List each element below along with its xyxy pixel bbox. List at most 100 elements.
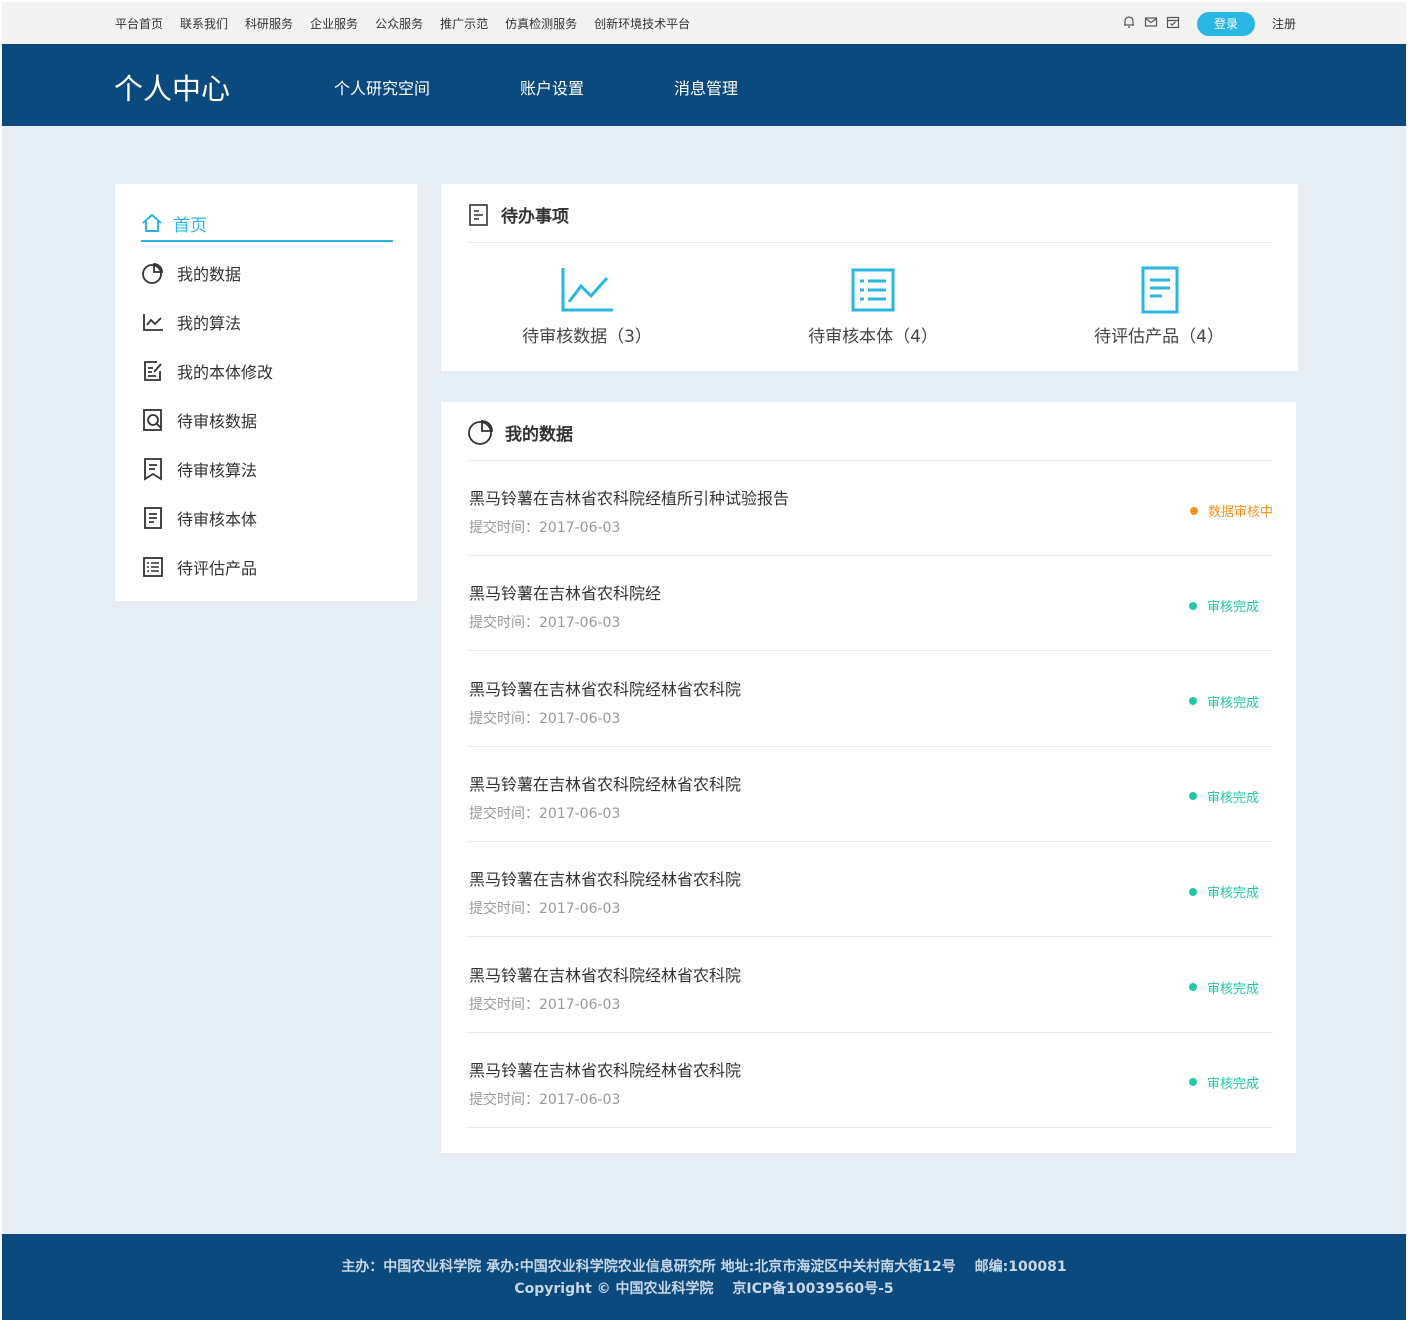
sidebar-item-label: 我的算法 xyxy=(177,314,242,333)
main-header: 个人中心 个人研究空间 账户设置 消息管理 xyxy=(2,44,1406,126)
data-item-submit-time: 提交时间：2017-06-03 xyxy=(469,901,621,918)
data-item-title: 黑马铃薯在吉林省农科院经林省农科院 xyxy=(469,1060,742,1080)
todo-card-header: 待办事项 xyxy=(467,202,569,227)
calendar-icon[interactable] xyxy=(1166,14,1180,29)
todo-label: 待评估产品（4） xyxy=(1094,327,1224,347)
sidebar-item-label: 待审核数据 xyxy=(177,412,258,431)
top-link-research[interactable]: 科研服务 xyxy=(245,15,293,32)
top-link-promotion[interactable]: 推广示范 xyxy=(440,15,488,32)
todo-pending-ontology[interactable]: 待审核本体（4） xyxy=(763,266,983,347)
status-badge: 审核完成 xyxy=(1188,882,1259,902)
sidebar-item-label: 待审核本体 xyxy=(177,510,258,529)
sidebar-item-my-ontology-edit[interactable]: 我的本体修改 xyxy=(141,356,273,386)
status-label: 审核完成 xyxy=(1206,790,1259,806)
home-icon xyxy=(142,213,162,232)
sidebar-item-my-data[interactable]: 我的数据 xyxy=(141,258,241,288)
todo-pending-data[interactable]: 待审核数据（3） xyxy=(477,266,697,347)
status-badge: 审核完成 xyxy=(1188,1073,1259,1092)
data-item-title: 黑马铃薯在吉林省农科院经植所引种试验报告 xyxy=(469,489,790,508)
my-data-card-header: 我的数据 xyxy=(467,418,573,446)
bookmark-doc-icon xyxy=(144,458,162,481)
sidebar: 首页 我的数据 我的算法 我的本体修改 待审核数据 待审核算法 待审核本体 待评… xyxy=(115,184,417,601)
status-label: 审核完成 xyxy=(1206,1076,1259,1092)
nav-research-space[interactable]: 个人研究空间 xyxy=(334,75,430,99)
top-icons xyxy=(1122,14,1188,29)
status-label: 数据审核中 xyxy=(1207,505,1273,520)
sidebar-item-pending-ontology[interactable]: 待审核本体 xyxy=(141,503,257,533)
status-badge: 审核完成 xyxy=(1188,978,1259,997)
data-item-title: 黑马铃薯在吉林省农科院经林省农科院 xyxy=(469,679,742,699)
status-badge: 审核完成 xyxy=(1188,787,1259,806)
edit-doc-icon xyxy=(144,361,162,381)
status-dot xyxy=(1188,1078,1197,1087)
nav-account-settings[interactable]: 账户设置 xyxy=(520,75,584,99)
top-link-home[interactable]: 平台首页 xyxy=(115,15,163,32)
status-badge: 审核完成 xyxy=(1188,692,1259,711)
status-label: 审核完成 xyxy=(1206,981,1259,997)
status-label: 审核完成 xyxy=(1206,886,1259,902)
doc-lines-icon xyxy=(144,507,162,529)
top-utility-bar: 平台首页 联系我们 科研服务 企业服务 公众服务 推广示范 仿真检测服务 创新环… xyxy=(2,2,1406,44)
sidebar-item-pending-data[interactable]: 待审核数据 xyxy=(141,405,257,435)
todo-card: 待办事项 待审核数据（3） 待审核本体（4） 待评估产品（4） xyxy=(441,184,1298,371)
data-list-item[interactable]: 黑马铃薯在吉林省农科院经植所引种试验报告 提交时间：2017-06-03 数据审核中 xyxy=(467,461,1273,556)
top-link-innovation[interactable]: 创新环境技术平台 xyxy=(594,15,690,32)
sidebar-item-my-algorithm[interactable]: 我的算法 xyxy=(141,307,241,337)
status-dot xyxy=(1188,983,1197,991)
status-badge: 审核完成 xyxy=(1188,596,1259,616)
data-list-item[interactable]: 黑马铃薯在吉林省农科院经林省农科院 提交时间：2017-06-03 审核完成 xyxy=(467,1033,1273,1128)
todo-pending-product[interactable]: 待评估产品（4） xyxy=(1049,266,1269,347)
sidebar-item-label: 待审核算法 xyxy=(177,461,258,480)
data-item-submit-time: 提交时间：2017-06-03 xyxy=(469,805,621,822)
data-list-item[interactable]: 黑马铃薯在吉林省农科院经林省农科院 提交时间：2017-06-03 审核完成 xyxy=(467,652,1273,747)
top-link-public[interactable]: 公众服务 xyxy=(375,15,423,32)
todo-label: 待审核数据（3） xyxy=(522,327,652,347)
todo-label: 待审核本体（4） xyxy=(808,327,938,347)
sidebar-item-home[interactable]: 首页 xyxy=(141,206,393,242)
data-item-title: 黑马铃薯在吉林省农科院经林省农科院 xyxy=(469,965,742,985)
top-link-simulation[interactable]: 仿真检测服务 xyxy=(505,15,577,32)
data-item-submit-time: 提交时间：2017-06-03 xyxy=(469,996,621,1013)
data-item-title: 黑马铃薯在吉林省农科院经林省农科院 xyxy=(469,774,742,794)
data-list-item[interactable]: 黑马铃薯在吉林省农科院经林省农科院 提交时间：2017-06-03 审核完成 xyxy=(467,842,1273,938)
data-item-submit-time: 提交时间：2017-06-03 xyxy=(469,520,621,536)
status-label: 审核完成 xyxy=(1206,600,1259,616)
sidebar-item-pending-product[interactable]: 待评估产品 xyxy=(141,552,257,582)
status-dot xyxy=(1188,601,1197,610)
data-list-item[interactable]: 黑马铃薯在吉林省农科院经林省农科院 提交时间：2017-06-03 审核完成 xyxy=(467,747,1273,842)
sidebar-item-pending-algorithm[interactable]: 待审核算法 xyxy=(141,454,257,484)
status-dot xyxy=(1188,792,1197,801)
my-data-card-title: 我的数据 xyxy=(505,424,573,445)
data-item-submit-time: 提交时间：2017-06-03 xyxy=(469,1091,621,1108)
data-item-submit-time: 提交时间：2017-06-03 xyxy=(469,710,621,727)
mail-icon[interactable] xyxy=(1144,14,1158,28)
sidebar-item-label: 首页 xyxy=(173,215,207,236)
line-chart-icon xyxy=(143,314,163,331)
status-dot xyxy=(1189,506,1198,515)
data-list-item[interactable]: 黑马铃薯在吉林省农科院经 提交时间：2017-06-03 审核完成 xyxy=(467,556,1273,652)
status-badge: 数据审核中 xyxy=(1189,501,1273,520)
footer-info: 主办：中国农业科学院 承办:中国农业科学院农业信息研究所 地址:北京市海淀区中关… xyxy=(341,1259,1067,1275)
footer: 主办：中国农业科学院 承办:中国农业科学院农业信息研究所 地址:北京市海淀区中关… xyxy=(2,1234,1406,1320)
page-frame: 平台首页 联系我们 科研服务 企业服务 公众服务 推广示范 仿真检测服务 创新环… xyxy=(2,2,1406,1320)
header-nav: 个人研究空间 账户设置 消息管理 xyxy=(334,75,738,99)
sidebar-item-label: 我的本体修改 xyxy=(177,363,274,382)
bell-icon[interactable] xyxy=(1122,14,1136,28)
search-doc-icon xyxy=(143,409,162,431)
edit-doc-icon xyxy=(469,203,488,226)
divider xyxy=(467,242,1273,243)
register-link[interactable]: 注册 xyxy=(1272,15,1296,32)
status-label: 审核完成 xyxy=(1206,695,1259,711)
top-link-contact[interactable]: 联系我们 xyxy=(180,15,228,32)
top-link-enterprise[interactable]: 企业服务 xyxy=(310,15,358,32)
line-chart-icon xyxy=(561,268,613,312)
data-item-submit-time: 提交时间：2017-06-03 xyxy=(469,615,621,632)
data-list-item[interactable]: 黑马铃薯在吉林省农科院经林省农科院 提交时间：2017-06-03 审核完成 xyxy=(467,938,1273,1033)
login-button[interactable]: 登录 xyxy=(1197,12,1255,36)
nav-message-management[interactable]: 消息管理 xyxy=(674,75,738,99)
my-data-card: 我的数据 黑马铃薯在吉林省农科院经植所引种试验报告 提交时间：2017-06-03… xyxy=(441,402,1296,1153)
page-title: 个人中心 xyxy=(114,72,231,106)
list-doc-icon xyxy=(143,557,163,577)
status-dot xyxy=(1188,887,1197,896)
pie-chart-icon xyxy=(142,263,163,284)
